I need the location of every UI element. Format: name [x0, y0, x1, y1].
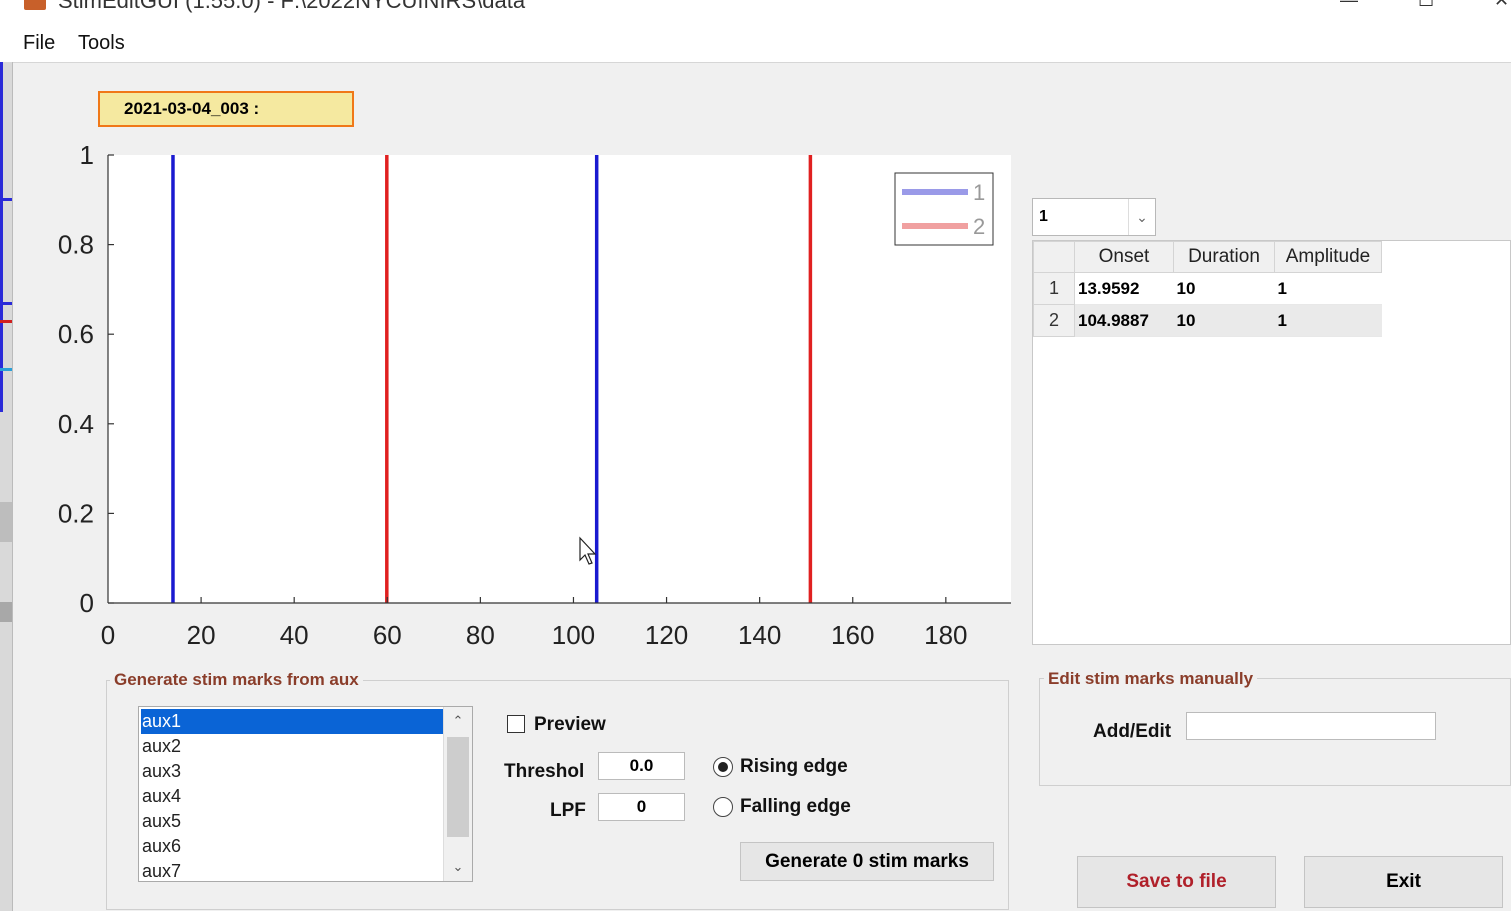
- preview-label: Preview: [534, 714, 606, 735]
- list-item-aux2[interactable]: aux2: [141, 734, 445, 759]
- y-tick-label: 0.6: [58, 319, 94, 349]
- condition-select[interactable]: 1 ⌄: [1032, 198, 1156, 236]
- add-edit-label: Add/Edit: [1093, 721, 1172, 742]
- add-edit-field[interactable]: [1186, 712, 1436, 740]
- column-header-amplitude[interactable]: Amplitude: [1274, 241, 1382, 273]
- y-tick-label: 0.2: [58, 498, 94, 528]
- scrollbar-thumb[interactable]: [447, 737, 469, 837]
- run-label: 2021-03-04_003 :: [98, 91, 354, 127]
- legend-label-2: 2: [973, 214, 985, 239]
- chevron-up-icon[interactable]: ⌃: [444, 709, 472, 733]
- onset-cell[interactable]: 13.9592: [1074, 272, 1174, 305]
- menu-file[interactable]: File: [23, 32, 55, 55]
- x-tick-label: 20: [187, 620, 216, 650]
- menu-bar: File Tools: [0, 22, 1511, 63]
- x-tick-label: 160: [831, 620, 874, 650]
- stim-table-panel: Onset Duration Amplitude 1 13.9592 10 1 …: [1032, 240, 1511, 645]
- table-corner: [1033, 241, 1075, 273]
- manual-panel-title: Edit stim marks manually: [1044, 669, 1258, 689]
- x-tick-label: 100: [552, 620, 595, 650]
- save-to-file-button[interactable]: Save to file: [1077, 856, 1276, 908]
- rising-edge-radio[interactable]: [713, 757, 733, 777]
- stim-table: Onset Duration Amplitude 1 13.9592 10 1 …: [1033, 241, 1382, 337]
- row-number: 1: [1033, 272, 1075, 305]
- x-tick-label: 180: [924, 620, 967, 650]
- run-label-text: 2021-03-04_003 :: [124, 99, 260, 118]
- title-bar: StimEditGUI (1.55.0) - F:\2022NYCUfNIRS\…: [0, 0, 1511, 22]
- column-header-duration[interactable]: Duration: [1173, 241, 1275, 273]
- window-title: StimEditGUI (1.55.0) - F:\2022NYCUfNIRS\…: [58, 0, 526, 13]
- x-tick-label: 40: [280, 620, 309, 650]
- amplitude-cell[interactable]: 1: [1274, 272, 1382, 305]
- y-tick-label: 0.4: [58, 409, 94, 439]
- list-item-aux7[interactable]: aux7: [141, 859, 445, 881]
- duration-cell[interactable]: 10: [1173, 304, 1275, 337]
- list-item-aux3[interactable]: aux3: [141, 759, 445, 784]
- falling-edge-label: Falling edge: [740, 796, 851, 817]
- x-tick-label: 140: [738, 620, 781, 650]
- x-ticks: 0 20 40 60 80 100 120 140 160 180: [101, 597, 968, 650]
- background-mark: [0, 198, 12, 201]
- stim-plot[interactable]: 00.20.40.60.81 0 20 40 60 80 100 120 140 160 180 …: [40, 140, 1030, 660]
- y-tick-label: 0: [80, 588, 94, 618]
- lpf-label: LPF: [550, 800, 586, 821]
- minimize-icon[interactable]: —: [1340, 0, 1358, 11]
- exit-label: Exit: [1386, 871, 1421, 892]
- threshold-label: Threshol: [504, 761, 585, 782]
- onset-cell[interactable]: 104.9887: [1074, 304, 1174, 337]
- rising-edge-label: Rising edge: [740, 756, 848, 777]
- exit-button[interactable]: Exit: [1304, 856, 1503, 908]
- list-item-aux1[interactable]: aux1: [141, 709, 445, 734]
- duration-cell[interactable]: 10: [1173, 272, 1275, 305]
- save-to-file-label: Save to file: [1126, 871, 1227, 892]
- column-header-onset[interactable]: Onset: [1074, 241, 1174, 273]
- x-tick-label: 80: [466, 620, 495, 650]
- background-window-edge: [0, 62, 13, 911]
- close-icon[interactable]: ✕: [1494, 0, 1509, 11]
- menu-tools[interactable]: Tools: [78, 32, 125, 55]
- generate-stim-marks-button[interactable]: Generate 0 stim marks: [740, 842, 994, 881]
- x-tick-label: 120: [645, 620, 688, 650]
- maximize-icon[interactable]: ☐: [1418, 0, 1434, 11]
- background-mark: [0, 502, 12, 542]
- preview-checkbox[interactable]: [507, 715, 525, 733]
- condition-select-value: 1: [1039, 208, 1048, 225]
- chevron-down-icon[interactable]: ⌄: [444, 855, 472, 879]
- falling-edge-radio[interactable]: [713, 797, 733, 817]
- lpf-field[interactable]: 0: [598, 793, 685, 821]
- row-number: 2: [1033, 304, 1075, 337]
- generate-stim-marks-label: Generate 0 stim marks: [765, 850, 969, 872]
- x-tick-label: 0: [101, 620, 115, 650]
- y-ticks: 0 0.2 0.4 0.6 0.8 1: [58, 140, 114, 618]
- aux-panel-title: Generate stim marks from aux: [110, 670, 363, 690]
- aux-scrollbar[interactable]: ⌃ ⌄: [443, 707, 472, 881]
- list-item-aux4[interactable]: aux4: [141, 784, 445, 809]
- list-item-aux5[interactable]: aux5: [141, 809, 445, 834]
- matlab-app-icon: [24, 0, 46, 10]
- y-tick-label: 0.8: [58, 230, 94, 260]
- table-row: 2 104.9887 10 1: [1033, 304, 1382, 337]
- list-item-aux6[interactable]: aux6: [141, 834, 445, 859]
- threshold-field[interactable]: 0.0: [598, 752, 685, 780]
- legend-label-1: 1: [973, 180, 985, 205]
- legend: 1 2: [894, 172, 994, 246]
- plot-area: [108, 155, 1011, 603]
- aux-listbox[interactable]: aux1 aux2 aux3 aux4 aux5 aux6 aux7 ⌃ ⌄: [138, 706, 473, 882]
- background-mark: [0, 320, 12, 323]
- background-mark: [0, 368, 12, 371]
- amplitude-cell[interactable]: 1: [1274, 304, 1382, 337]
- table-row: 1 13.9592 10 1: [1033, 272, 1382, 305]
- background-mark: [0, 302, 12, 305]
- x-tick-label: 60: [373, 620, 402, 650]
- background-mark: [0, 602, 12, 622]
- background-line: [0, 62, 3, 412]
- chevron-down-icon[interactable]: ⌄: [1128, 199, 1155, 235]
- y-tick-label: 1: [80, 140, 94, 170]
